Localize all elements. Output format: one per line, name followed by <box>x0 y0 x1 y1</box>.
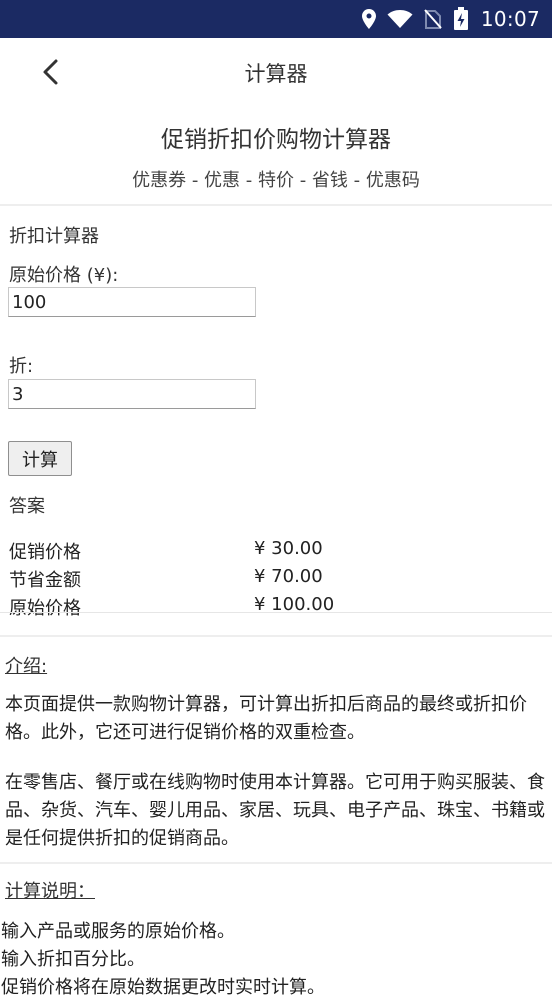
discount-input[interactable] <box>8 379 256 409</box>
intro-paragraph: 本页面提供一款购物计算器，可计算出折扣后商品的最终或折扣价格。此外，它还可进行促… <box>5 694 527 743</box>
instructions-heading: 计算说明： <box>5 881 95 902</box>
calculate-button[interactable]: 计算 <box>8 441 72 476</box>
intro-heading: 介绍: <box>5 656 48 677</box>
result-label: 促销价格 <box>9 542 81 563</box>
result-label: 原始价格 <box>9 598 81 619</box>
discount-label: 折: <box>9 356 34 377</box>
calculator-section-title: 折扣计算器 <box>9 226 99 247</box>
answer-label: 答案 <box>9 496 45 517</box>
wifi-icon <box>387 9 413 29</box>
status-bar: 10:07 <box>0 0 552 38</box>
app-bar-title: 计算器 <box>244 62 308 86</box>
instructions-steps: 输入产品或服务的原始价格。 输入折扣百分比。 促销价格将在原始数据更改时实时计算… <box>1 918 549 1002</box>
battery-charging-icon <box>453 7 469 31</box>
result-row-original-price: 原始价格 ¥ 100.00 <box>9 594 549 620</box>
intro-paragraph: 在零售店、餐厅或在线购物时使用本计算器。它可用于购买服装、食品、杂货、汽车、婴儿… <box>5 772 545 849</box>
result-value: ¥ 70.00 <box>254 566 323 587</box>
page-title: 促销折扣价购物计算器 <box>161 127 391 153</box>
divider <box>0 862 552 864</box>
original-price-label: 原始价格 (¥): <box>9 265 119 286</box>
no-sim-icon <box>423 8 443 30</box>
result-value: ¥ 30.00 <box>254 538 323 559</box>
instruction-step: 输入产品或服务的原始价格。 <box>1 921 235 942</box>
result-row-sale-price: 促销价格 ¥ 30.00 <box>9 538 549 564</box>
location-icon <box>361 8 377 30</box>
status-time: 10:07 <box>480 7 540 31</box>
instruction-step: 促销价格将在原始数据更改时实时计算。 <box>1 977 325 998</box>
app-bar: 计算器 <box>0 38 552 108</box>
result-label: 节省金额 <box>9 570 81 591</box>
divider <box>0 635 552 637</box>
instruction-step: 输入折扣百分比。 <box>1 949 145 970</box>
status-icons: 10:07 <box>361 0 540 38</box>
original-price-input[interactable] <box>8 287 256 317</box>
divider <box>0 612 552 613</box>
result-row-savings: 节省金额 ¥ 70.00 <box>9 566 549 592</box>
page-subtitle: 优惠券 - 优惠 - 特价 - 省钱 - 优惠码 <box>132 170 420 191</box>
divider <box>0 204 552 206</box>
